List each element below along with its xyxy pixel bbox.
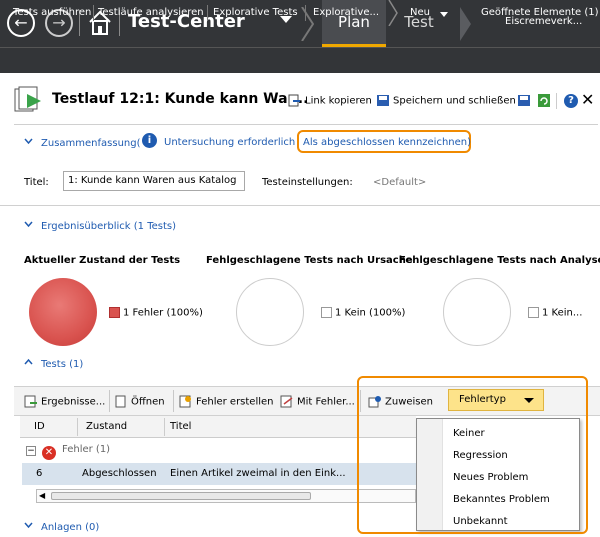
test-settings-value[interactable]: <Default> [373, 177, 426, 188]
scroll-left-icon[interactable]: ◀ [39, 492, 45, 500]
row-title: Einen Artikel zweimal in den Eink... [170, 468, 346, 479]
divider [14, 124, 598, 125]
chevron-right-icon [301, 7, 314, 41]
attachments-section-header[interactable]: Anlagen (0) [24, 521, 99, 533]
chevron-down-icon [24, 522, 33, 529]
chart-legend: 1 Kein (100%) [321, 307, 405, 319]
row-state: Abgeschlossen [82, 468, 157, 479]
group-row-label[interactable]: Fehler (1) [62, 444, 110, 455]
copy-link-button[interactable]: Link kopieren [288, 94, 372, 107]
save-close-button[interactable]: Speichern und schließen [376, 94, 516, 107]
nav-bar [0, 47, 600, 73]
document-icon [115, 395, 126, 408]
pie-chart-slice[interactable] [29, 278, 97, 346]
chart-heading: Fehlgeschlagene Tests nach Analyse [399, 255, 600, 266]
chart-legend: 1 Kein... [528, 307, 582, 319]
mark-complete-link[interactable]: Als abgeschlossen kennzeichnen) [303, 137, 471, 148]
page-title: Testlauf 12:1: Kunde kann War... [52, 91, 309, 107]
scrollbar-thumb[interactable] [51, 492, 311, 500]
divider [109, 390, 110, 412]
divider [556, 93, 557, 109]
chevron-down-icon[interactable] [440, 12, 448, 17]
nav-item-run-tests[interactable]: Tests ausführen [13, 7, 91, 18]
chart-legend: 1 Fehler (100%) [109, 307, 203, 319]
column-header-title[interactable]: Titel [170, 421, 191, 432]
nav-item-exploratory-2[interactable]: Explorative... [313, 7, 379, 18]
save-icon[interactable] [517, 94, 531, 107]
row-id: 6 [36, 468, 43, 479]
legend-swatch [109, 307, 120, 318]
column-header-state[interactable]: Zustand [86, 421, 127, 432]
summary-link[interactable]: Zusammenfassung( [24, 137, 141, 149]
info-icon[interactable]: i [142, 133, 157, 148]
results-button[interactable]: Ergebnisse... [24, 395, 105, 408]
chart-heading: Fehlgeschlagene Tests nach Ursache [206, 255, 413, 266]
refresh-icon[interactable] [537, 93, 551, 108]
legend-swatch [321, 307, 332, 318]
results-icon [24, 395, 37, 408]
column-divider[interactable] [77, 418, 78, 436]
link-icon [288, 94, 300, 107]
chevron-up-icon [24, 358, 33, 365]
close-icon[interactable]: ✕ [581, 90, 594, 109]
divider [173, 390, 174, 412]
divider [93, 5, 94, 21]
chevron-right-icon [388, 0, 398, 26]
new-menu-button[interactable]: Neu [410, 7, 430, 18]
title-label: Titel: [24, 177, 49, 188]
investigation-link[interactable]: Untersuchung erforderlich [164, 137, 295, 148]
link-bug-button[interactable]: Mit Fehler... [280, 395, 355, 408]
column-divider[interactable] [164, 418, 165, 436]
pie-chart-slice[interactable] [443, 278, 511, 346]
tests-section-header[interactable]: Tests (1) [24, 358, 83, 370]
collapse-group-toggle[interactable]: − [26, 446, 36, 456]
result-overview-header[interactable]: Ergebnisüberblick (1 Tests) [24, 220, 176, 232]
bug-link-icon [280, 395, 293, 408]
test-settings-label: Testeinstellungen: [262, 177, 353, 188]
highlight-box [357, 376, 588, 534]
legend-swatch [528, 307, 539, 318]
save-icon [377, 95, 389, 106]
create-bug-button[interactable]: Fehler erstellen [179, 395, 274, 408]
pie-chart-slice[interactable] [236, 278, 304, 346]
chevron-down-icon [24, 138, 33, 145]
chevron-down-icon [24, 221, 33, 228]
bug-icon [179, 395, 191, 408]
divider [207, 5, 208, 21]
divider [305, 5, 306, 21]
test-run-icon [14, 86, 41, 112]
nav-item-exploratory[interactable]: Explorative Tests [213, 7, 298, 18]
nav-item-analyze-runs[interactable]: Testläufe analysieren [98, 7, 204, 18]
divider [0, 205, 600, 206]
error-icon: ✕ [42, 446, 56, 460]
help-icon[interactable]: ? [564, 94, 578, 108]
open-button[interactable]: Öffnen [114, 395, 165, 408]
chart-heading: Aktueller Zustand der Tests [24, 255, 181, 266]
title-field[interactable]: 1: Kunde kann Waren aus Katalog [63, 171, 245, 191]
chevron-right-icon [460, 7, 471, 41]
open-items-button[interactable]: Geöffnete Elemente (1) [481, 7, 599, 18]
column-header-id[interactable]: ID [34, 421, 45, 432]
